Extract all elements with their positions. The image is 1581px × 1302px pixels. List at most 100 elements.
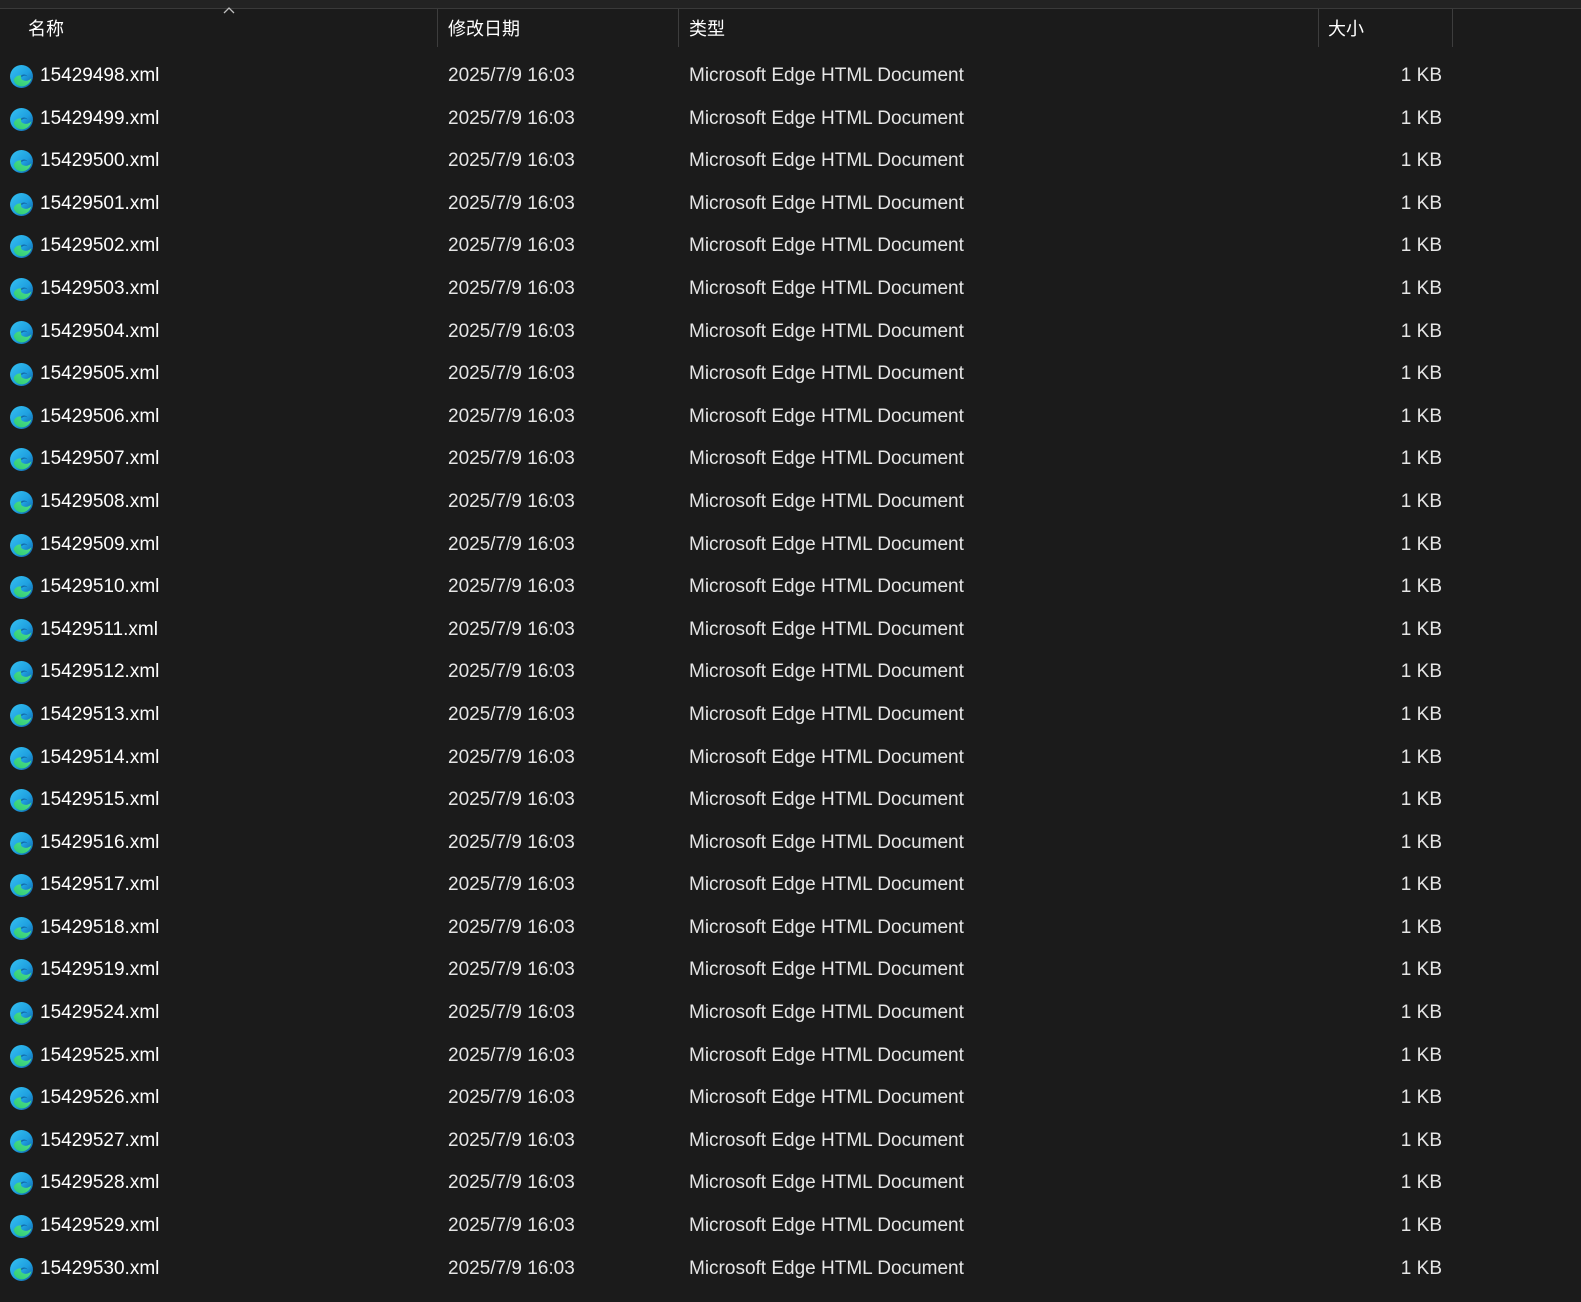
column-header-type[interactable]: 类型 bbox=[689, 9, 1317, 49]
file-row[interactable]: 15429500.xml 2025/7/9 16:03 Microsoft Edge… bbox=[0, 140, 1581, 183]
file-name: 15429501.xml bbox=[40, 192, 160, 214]
file-row[interactable]: 15429510.xml 2025/7/9 16:03 Microsoft Edge… bbox=[0, 566, 1581, 609]
file-type: Microsoft Edge HTML Document bbox=[689, 1257, 964, 1279]
file-size: 1 KB bbox=[1400, 789, 1442, 811]
file-type: Microsoft Edge HTML Document bbox=[689, 1087, 964, 1109]
file-date-modified: 2025/7/9 16:03 bbox=[448, 789, 575, 811]
file-type: Microsoft Edge HTML Document bbox=[689, 1215, 964, 1237]
file-row[interactable]: 15429512.xml 2025/7/9 16:03 Microsoft Edge… bbox=[0, 651, 1581, 694]
file-size: 1 KB bbox=[1400, 618, 1442, 640]
file-name: 15429510.xml bbox=[40, 576, 160, 598]
column-header-size[interactable]: 大小 bbox=[1328, 9, 1450, 49]
file-date-modified: 2025/7/9 16:03 bbox=[448, 916, 575, 938]
edge-icon bbox=[9, 447, 34, 472]
file-name: 15429508.xml bbox=[40, 490, 160, 512]
edge-icon bbox=[9, 490, 34, 515]
edge-icon bbox=[9, 916, 34, 941]
edge-icon bbox=[9, 831, 34, 856]
file-row[interactable]: 15429504.xml 2025/7/9 16:03 Microsoft Edge… bbox=[0, 311, 1581, 354]
file-name: 15429517.xml bbox=[40, 874, 160, 896]
file-size: 1 KB bbox=[1400, 533, 1442, 555]
column-header-name[interactable]: 名称 bbox=[28, 9, 436, 49]
file-row[interactable]: 15429505.xml 2025/7/9 16:03 Microsoft Edge… bbox=[0, 353, 1581, 396]
file-size: 1 KB bbox=[1400, 107, 1442, 129]
file-type: Microsoft Edge HTML Document bbox=[689, 107, 964, 129]
edge-icon bbox=[9, 873, 34, 898]
edge-icon bbox=[9, 703, 34, 728]
file-row[interactable]: 15429526.xml 2025/7/9 16:03 Microsoft Edge… bbox=[0, 1077, 1581, 1120]
file-row[interactable]: 15429528.xml 2025/7/9 16:03 Microsoft Edge… bbox=[0, 1162, 1581, 1205]
file-date-modified: 2025/7/9 16:03 bbox=[448, 1215, 575, 1237]
file-row[interactable]: 15429508.xml 2025/7/9 16:03 Microsoft Edge… bbox=[0, 481, 1581, 524]
file-date-modified: 2025/7/9 16:03 bbox=[448, 746, 575, 768]
file-date-modified: 2025/7/9 16:03 bbox=[448, 1044, 575, 1066]
file-size: 1 KB bbox=[1400, 192, 1442, 214]
file-size: 1 KB bbox=[1400, 235, 1442, 257]
file-row[interactable]: 15429503.xml 2025/7/9 16:03 Microsoft Edge… bbox=[0, 268, 1581, 311]
file-type: Microsoft Edge HTML Document bbox=[689, 320, 964, 342]
file-row[interactable]: 15429518.xml 2025/7/9 16:03 Microsoft Edge… bbox=[0, 907, 1581, 950]
edge-icon bbox=[9, 192, 34, 217]
file-row[interactable]: 15429517.xml 2025/7/9 16:03 Microsoft Edge… bbox=[0, 864, 1581, 907]
file-size: 1 KB bbox=[1400, 1172, 1442, 1194]
file-row[interactable]: 15429529.xml 2025/7/9 16:03 Microsoft Edge… bbox=[0, 1205, 1581, 1248]
column-separator[interactable] bbox=[678, 9, 679, 47]
file-size: 1 KB bbox=[1400, 1044, 1442, 1066]
edge-icon bbox=[9, 1001, 34, 1026]
file-row[interactable]: 15429514.xml 2025/7/9 16:03 Microsoft Edge… bbox=[0, 737, 1581, 780]
file-row[interactable]: 15429511.xml 2025/7/9 16:03 Microsoft Edge… bbox=[0, 609, 1581, 652]
file-row[interactable]: 15429502.xml 2025/7/9 16:03 Microsoft Edge… bbox=[0, 225, 1581, 268]
file-list: 15429498.xml 2025/7/9 16:03 Microsoft Edge… bbox=[0, 55, 1581, 1290]
file-type: Microsoft Edge HTML Document bbox=[689, 789, 964, 811]
file-row[interactable]: 15429525.xml 2025/7/9 16:03 Microsoft Edge… bbox=[0, 1035, 1581, 1078]
file-size: 1 KB bbox=[1400, 874, 1442, 896]
edge-icon bbox=[9, 1086, 34, 1111]
file-name: 15429526.xml bbox=[40, 1087, 160, 1109]
file-type: Microsoft Edge HTML Document bbox=[689, 661, 964, 683]
column-header-bar: 名称 修改日期 类型 大小 bbox=[0, 7, 1581, 49]
file-name: 15429505.xml bbox=[40, 363, 160, 385]
file-row[interactable]: 15429515.xml 2025/7/9 16:03 Microsoft Edge… bbox=[0, 779, 1581, 822]
file-row[interactable]: 15429507.xml 2025/7/9 16:03 Microsoft Edge… bbox=[0, 438, 1581, 481]
file-size: 1 KB bbox=[1400, 916, 1442, 938]
file-size: 1 KB bbox=[1400, 277, 1442, 299]
file-row[interactable]: 15429530.xml 2025/7/9 16:03 Microsoft Edge… bbox=[0, 1248, 1581, 1291]
file-row[interactable]: 15429519.xml 2025/7/9 16:03 Microsoft Edge… bbox=[0, 949, 1581, 992]
file-name: 15429515.xml bbox=[40, 789, 160, 811]
edge-icon bbox=[9, 149, 34, 174]
file-date-modified: 2025/7/9 16:03 bbox=[448, 490, 575, 512]
file-row[interactable]: 15429509.xml 2025/7/9 16:03 Microsoft Edge… bbox=[0, 524, 1581, 567]
file-size: 1 KB bbox=[1400, 746, 1442, 768]
edge-icon bbox=[9, 107, 34, 132]
file-row[interactable]: 15429524.xml 2025/7/9 16:03 Microsoft Edge… bbox=[0, 992, 1581, 1035]
edge-icon bbox=[9, 660, 34, 685]
file-row[interactable]: 15429516.xml 2025/7/9 16:03 Microsoft Edge… bbox=[0, 822, 1581, 865]
edge-icon bbox=[9, 1044, 34, 1069]
file-size: 1 KB bbox=[1400, 320, 1442, 342]
file-date-modified: 2025/7/9 16:03 bbox=[448, 1257, 575, 1279]
file-row[interactable]: 15429499.xml 2025/7/9 16:03 Microsoft Edge… bbox=[0, 98, 1581, 141]
column-separator[interactable] bbox=[1452, 9, 1453, 47]
file-type: Microsoft Edge HTML Document bbox=[689, 874, 964, 896]
column-header-date[interactable]: 修改日期 bbox=[448, 9, 676, 49]
column-separator[interactable] bbox=[1318, 9, 1319, 47]
file-date-modified: 2025/7/9 16:03 bbox=[448, 1172, 575, 1194]
file-name: 15429524.xml bbox=[40, 1002, 160, 1024]
file-row[interactable]: 15429506.xml 2025/7/9 16:03 Microsoft Edge… bbox=[0, 396, 1581, 439]
window-top-strip bbox=[0, 0, 1581, 9]
column-separator[interactable] bbox=[437, 9, 438, 47]
file-name: 15429518.xml bbox=[40, 916, 160, 938]
file-row[interactable]: 15429498.xml 2025/7/9 16:03 Microsoft Edge… bbox=[0, 55, 1581, 98]
file-row[interactable]: 15429501.xml 2025/7/9 16:03 Microsoft Edge… bbox=[0, 183, 1581, 226]
file-date-modified: 2025/7/9 16:03 bbox=[448, 533, 575, 555]
edge-icon bbox=[9, 1171, 34, 1196]
file-date-modified: 2025/7/9 16:03 bbox=[448, 831, 575, 853]
file-row[interactable]: 15429513.xml 2025/7/9 16:03 Microsoft Edge… bbox=[0, 694, 1581, 737]
file-row[interactable]: 15429527.xml 2025/7/9 16:03 Microsoft Edge… bbox=[0, 1120, 1581, 1163]
file-size: 1 KB bbox=[1400, 1129, 1442, 1151]
file-size: 1 KB bbox=[1400, 363, 1442, 385]
file-type: Microsoft Edge HTML Document bbox=[689, 831, 964, 853]
file-type: Microsoft Edge HTML Document bbox=[689, 1129, 964, 1151]
file-type: Microsoft Edge HTML Document bbox=[689, 490, 964, 512]
edge-icon bbox=[9, 618, 34, 643]
